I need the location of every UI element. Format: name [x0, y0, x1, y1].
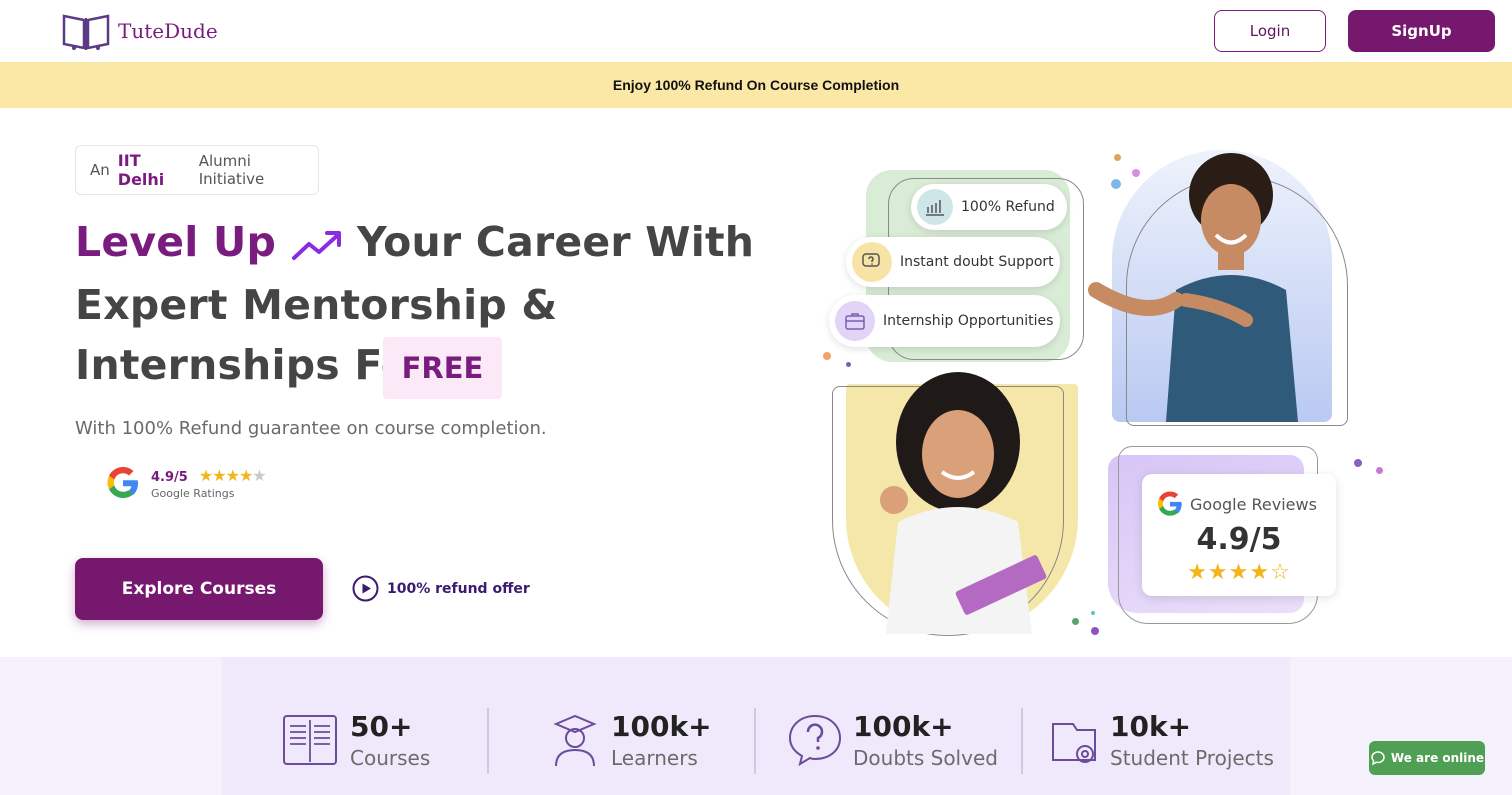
- stat-label: Student Projects: [1110, 746, 1274, 770]
- feature-label: Instant doubt Support: [900, 254, 1054, 270]
- review-title: Google Reviews: [1156, 490, 1317, 518]
- stat-divider: [1021, 708, 1023, 774]
- stat-label: Courses: [350, 746, 431, 770]
- explore-courses-button[interactable]: Explore Courses: [75, 558, 323, 620]
- feature-card-internship: Internship Opportunities: [829, 295, 1060, 347]
- chat-label: We are online: [1390, 751, 1485, 765]
- badge-suffix: Alumni Initiative: [198, 152, 265, 188]
- graduate-icon: [553, 714, 597, 767]
- feature-card-doubt: Instant doubt Support: [846, 237, 1060, 287]
- project-gear-icon: [1052, 723, 1096, 763]
- book-icon: [283, 715, 337, 765]
- feature-label: 100% Refund: [961, 199, 1055, 215]
- google-rating: 4.9/5 ★★★★★ Google Ratings: [105, 465, 267, 501]
- stat-number: 50+: [350, 710, 413, 743]
- woman-student-photo: [880, 372, 1047, 634]
- decor-dot: [1376, 467, 1383, 474]
- stat-projects: 10k+ Student Projects: [1049, 712, 1274, 770]
- decor-dot: [823, 352, 831, 360]
- stat-learners: 100k+ Learners: [550, 712, 712, 770]
- google-reviews-card: Google Reviews 4.9/5 ★★★★☆: [1142, 474, 1336, 596]
- headline-accent: Level Up: [75, 218, 277, 266]
- stat-doubts: 100k+ Doubts Solved: [786, 712, 998, 770]
- trend-up-icon: [291, 231, 341, 260]
- rating-label: Google Ratings: [151, 487, 235, 500]
- stat-number: 100k+: [611, 710, 712, 743]
- decor-dot: [1091, 627, 1099, 635]
- feature-card-refund: 100% Refund: [911, 184, 1067, 230]
- badge-prefix: An: [90, 161, 110, 179]
- decor-dot: [1354, 459, 1362, 467]
- question-chat-icon: [852, 242, 892, 282]
- stat-number: 100k+: [853, 710, 954, 743]
- refund-offer-label: 100% refund offer: [387, 580, 530, 597]
- free-pill: FREE: [383, 337, 502, 399]
- alumni-badge: An IIT Delhi Alumni Initiative: [75, 145, 319, 195]
- decor-dot: [1091, 611, 1095, 615]
- headline-line-3: Internships For: [75, 341, 430, 389]
- review-title-text: Google Reviews: [1190, 494, 1317, 514]
- promo-banner: Enjoy 100% Refund On Course Completion: [0, 62, 1512, 108]
- refund-offer-link[interactable]: 100% refund offer: [352, 575, 530, 602]
- man-pointing-photo: [1088, 153, 1298, 422]
- stat-number: 10k+: [1110, 710, 1192, 743]
- google-g-icon: [107, 467, 138, 498]
- chart-icon: [917, 189, 953, 225]
- signup-button[interactable]: SignUp: [1348, 10, 1495, 52]
- briefcase-icon: [835, 301, 875, 341]
- headline-line-1: Level Up Your Career With: [75, 218, 754, 266]
- promo-banner-text: Enjoy 100% Refund On Course Completion: [612, 77, 900, 93]
- stat-divider: [487, 708, 489, 774]
- open-book-logo-icon: [62, 14, 110, 50]
- stat-courses: 50+ Courses: [280, 712, 430, 770]
- chat-bubble-icon: [1371, 751, 1385, 766]
- rating-stars-icon: ★★★★★: [198, 466, 267, 485]
- stat-label: Learners: [611, 746, 698, 770]
- badge-highlight: IIT Delhi: [117, 151, 165, 189]
- question-bubble-icon: [788, 714, 842, 767]
- headline-line-1-rest: Your Career With: [357, 218, 755, 266]
- headline-line-2: Expert Mentorship &: [75, 281, 558, 329]
- review-score: 4.9/5: [1196, 522, 1282, 557]
- review-stars-icon: ★★★★☆: [1187, 560, 1291, 585]
- rating-score: 4.9/5: [151, 470, 188, 485]
- site-header: TuteDude Login SignUp: [0, 0, 1512, 62]
- logo[interactable]: TuteDude: [60, 10, 218, 52]
- stat-label: Doubts Solved: [853, 746, 998, 770]
- google-g-icon: [1157, 491, 1182, 516]
- decor-dot: [846, 362, 851, 367]
- chat-widget-button[interactable]: We are online: [1369, 741, 1485, 775]
- login-button[interactable]: Login: [1214, 10, 1326, 52]
- feature-label: Internship Opportunities: [883, 313, 1054, 329]
- stat-divider: [754, 708, 756, 774]
- logo-text: TuteDude: [118, 19, 218, 43]
- play-circle-icon: [352, 575, 379, 602]
- hero-subtext: With 100% Refund guarantee on course com…: [75, 418, 547, 439]
- stats-bar: [0, 657, 1512, 795]
